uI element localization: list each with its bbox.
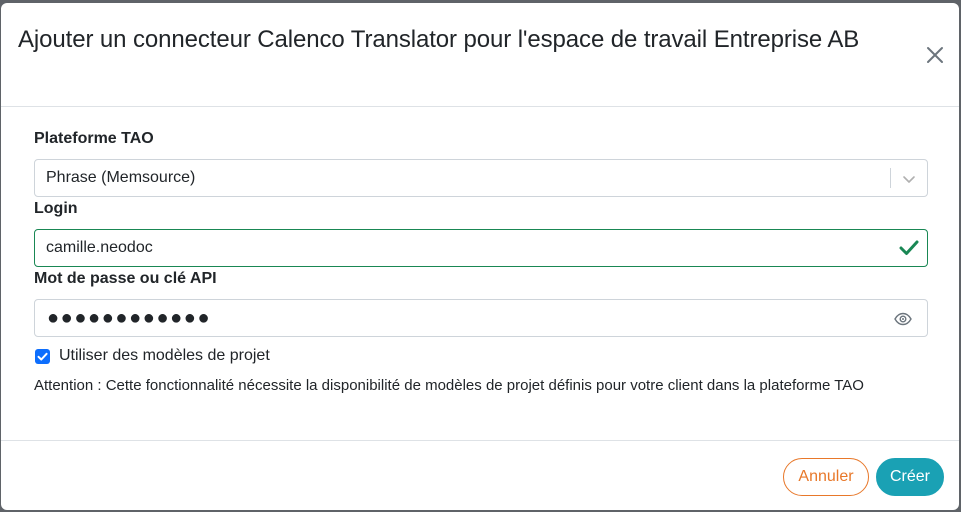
chevron-down-icon[interactable] <box>901 171 917 187</box>
platform-select[interactable]: Phrase (Memsource) <box>34 159 928 197</box>
platform-selected-value: Phrase (Memsource) <box>46 169 196 186</box>
select-separator <box>890 168 891 188</box>
login-value: camille.neodoc <box>46 239 153 256</box>
dialog-footer: Annuler Créer <box>1 440 959 510</box>
dialog-header: Ajouter un connecteur Calenco Translator… <box>1 3 959 107</box>
dialog-title: Ajouter un connecteur Calenco Translator… <box>18 26 860 53</box>
platform-label: Plateforme TAO <box>34 130 154 147</box>
warning-text: Attention : Cette fonctionnalité nécessi… <box>34 377 864 394</box>
cancel-button[interactable]: Annuler <box>783 458 869 496</box>
connector-dialog: Ajouter un connecteur Calenco Translator… <box>1 3 959 510</box>
password-label: Mot de passe ou clé API <box>34 270 217 287</box>
use-templates-label[interactable]: Utiliser des modèles de projet <box>59 347 270 365</box>
create-button[interactable]: Créer <box>876 458 944 496</box>
use-templates-checkbox[interactable] <box>35 349 50 364</box>
check-icon <box>899 239 919 257</box>
password-field[interactable]: ●●●●●●●●●●●● <box>34 299 928 337</box>
dialog-body: Plateforme TAO Phrase (Memsource) Login … <box>1 107 959 440</box>
login-field[interactable]: camille.neodoc <box>34 229 928 267</box>
login-label: Login <box>34 200 78 217</box>
password-value: ●●●●●●●●●●●● <box>47 307 212 329</box>
eye-icon[interactable] <box>894 311 912 327</box>
close-icon[interactable] <box>923 43 947 67</box>
